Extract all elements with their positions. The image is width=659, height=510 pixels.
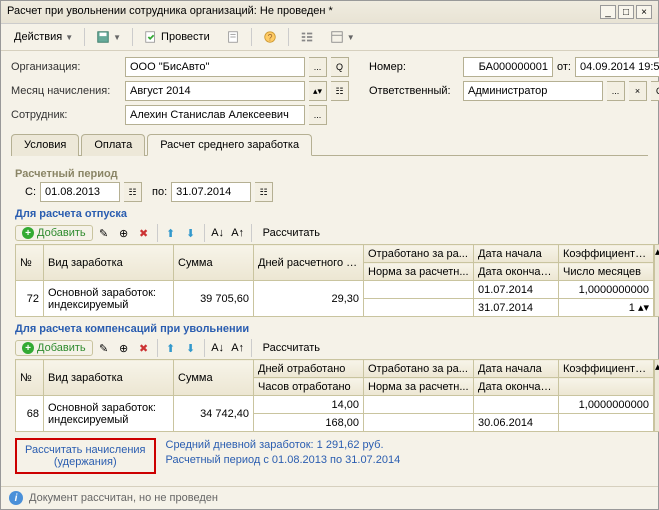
edit-icon[interactable]: ✎ bbox=[95, 339, 113, 357]
post-button[interactable]: Провести bbox=[137, 27, 217, 47]
col-days[interactable]: Дней расчетного периода bbox=[254, 245, 364, 281]
col-sum[interactable]: Сумма bbox=[174, 360, 254, 396]
month-stepper[interactable]: ▴▾ bbox=[309, 81, 327, 101]
org-input[interactable]: ООО "БисАвто" bbox=[125, 57, 305, 77]
resp-input[interactable]: Администратор bbox=[463, 81, 603, 101]
info-icon: i bbox=[9, 491, 23, 505]
resp-clear-button[interactable]: × bbox=[629, 81, 647, 101]
num-label: Номер: bbox=[369, 61, 459, 73]
report-icon[interactable] bbox=[219, 27, 247, 47]
period-from-calendar[interactable]: ☷ bbox=[124, 182, 142, 202]
col-norm[interactable]: Норма за расчетн... bbox=[364, 378, 474, 396]
col-start[interactable]: Дата начала bbox=[474, 245, 559, 263]
col-n[interactable]: № bbox=[16, 360, 44, 396]
col-days[interactable]: Дней отработано bbox=[254, 360, 364, 378]
col-hours[interactable]: Часов отработано bbox=[254, 378, 364, 396]
tab-conditions[interactable]: Условия bbox=[11, 134, 79, 156]
tab-avg-earnings[interactable]: Расчет среднего заработка bbox=[147, 134, 312, 156]
org-search-button[interactable]: Q bbox=[331, 57, 349, 77]
status-bar: i Документ рассчитан, но не проведен bbox=[1, 486, 658, 509]
minimize-button[interactable]: _ bbox=[600, 5, 616, 19]
tabs: Условия Оплата Расчет среднего заработка bbox=[11, 133, 648, 156]
period-from-label: С: bbox=[25, 186, 36, 198]
col-end[interactable]: Дата окончания bbox=[474, 378, 559, 396]
window-title: Расчет при увольнении сотрудника организ… bbox=[7, 5, 333, 19]
edit-icon[interactable]: ✎ bbox=[95, 224, 113, 242]
summary-text: Средний дневной заработок: 1 291,62 руб.… bbox=[166, 438, 401, 469]
down-icon[interactable]: ⬇ bbox=[182, 339, 200, 357]
emp-label: Сотрудник: bbox=[11, 109, 121, 121]
month-input[interactable]: Август 2014 bbox=[125, 81, 305, 101]
resp-select-button[interactable]: ... bbox=[607, 81, 625, 101]
table-row[interactable]: 72 Основной заработок: индексируемый 39 … bbox=[16, 281, 654, 299]
table-row[interactable]: 68 Основной заработок: индексируемый 34 … bbox=[16, 396, 654, 414]
col-otr[interactable]: Отработано за ра... bbox=[364, 245, 474, 263]
close-button[interactable]: × bbox=[636, 5, 652, 19]
emp-input[interactable]: Алехин Станислав Алексеевич bbox=[125, 105, 305, 125]
org-label: Организация: bbox=[11, 61, 121, 73]
col-months[interactable]: Число месяцев bbox=[559, 263, 654, 281]
maximize-button[interactable]: □ bbox=[618, 5, 634, 19]
period-to-input[interactable]: 31.07.2014 bbox=[171, 182, 251, 202]
col-otr[interactable]: Отработано за ра... bbox=[364, 360, 474, 378]
col-n[interactable]: № bbox=[16, 245, 44, 281]
emp-select-button[interactable]: ... bbox=[309, 105, 327, 125]
delete-icon[interactable]: ✖ bbox=[135, 339, 153, 357]
sort-asc-icon[interactable]: A↓ bbox=[209, 224, 227, 242]
scrollbar[interactable]: ▴ bbox=[654, 244, 659, 317]
resp-search-button[interactable]: Q bbox=[651, 81, 659, 101]
view-icon[interactable]: ▼ bbox=[323, 27, 362, 47]
section2-title: Для расчета компенсаций при увольнении bbox=[15, 323, 644, 335]
from-label: от: bbox=[557, 61, 571, 73]
section1-toolbar: +Добавить ✎ ⊕ ✖ ⬆ ⬇ A↓ A↑ Рассчитать bbox=[15, 222, 644, 244]
month-label: Месяц начисления: bbox=[11, 85, 121, 97]
delete-icon[interactable]: ✖ bbox=[135, 224, 153, 242]
main-toolbar: Действия▼ ▼ Провести ? ▼ bbox=[1, 24, 658, 51]
section2-table[interactable]: № Вид заработка Сумма Дней отработано От… bbox=[15, 359, 654, 432]
month-calendar-button[interactable]: ☷ bbox=[331, 81, 349, 101]
section1-calc-button[interactable]: Рассчитать bbox=[256, 224, 327, 242]
form-area: Организация: ООО "БисАвто" ... Q Месяц н… bbox=[1, 51, 658, 486]
section1-title: Для расчета отпуска bbox=[15, 208, 644, 220]
svg-text:?: ? bbox=[267, 33, 272, 43]
sort-asc-icon[interactable]: A↓ bbox=[209, 339, 227, 357]
period-to-calendar[interactable]: ☷ bbox=[255, 182, 273, 202]
num-input[interactable]: БА000000001 bbox=[463, 57, 553, 77]
col-vid[interactable]: Вид заработка bbox=[44, 360, 174, 396]
date-input[interactable]: 04.09.2014 19:58:18 bbox=[575, 57, 659, 77]
up-icon[interactable]: ⬆ bbox=[162, 224, 180, 242]
col-koef[interactable]: Коэффициент и... bbox=[559, 360, 654, 378]
status-text: Документ рассчитан, но не проведен bbox=[29, 492, 218, 504]
tab-payment[interactable]: Оплата bbox=[81, 134, 145, 156]
section1-add-button[interactable]: +Добавить bbox=[15, 225, 93, 241]
titlebar: Расчет при увольнении сотрудника организ… bbox=[1, 1, 658, 24]
calculate-accruals-button[interactable]: Рассчитать начисления (удержания) bbox=[15, 438, 156, 474]
copy-icon[interactable]: ⊕ bbox=[115, 224, 133, 242]
org-select-button[interactable]: ... bbox=[309, 57, 327, 77]
col-norm[interactable]: Норма за расчетн... bbox=[364, 263, 474, 281]
save-icon[interactable]: ▼ bbox=[89, 27, 128, 47]
down-icon[interactable]: ⬇ bbox=[182, 224, 200, 242]
copy-icon[interactable]: ⊕ bbox=[115, 339, 133, 357]
resp-label: Ответственный: bbox=[369, 85, 459, 97]
section2-add-button[interactable]: +Добавить bbox=[15, 340, 93, 356]
help-icon[interactable]: ? bbox=[256, 27, 284, 47]
period-label: Расчетный период bbox=[15, 168, 644, 180]
col-koef[interactable]: Коэффициент и... bbox=[559, 245, 654, 263]
period-from-input[interactable]: 01.08.2013 bbox=[40, 182, 120, 202]
sort-desc-icon[interactable]: A↑ bbox=[229, 224, 247, 242]
scrollbar[interactable]: ▴ bbox=[654, 359, 659, 432]
col-vid[interactable]: Вид заработка bbox=[44, 245, 174, 281]
col-sum[interactable]: Сумма bbox=[174, 245, 254, 281]
up-icon[interactable]: ⬆ bbox=[162, 339, 180, 357]
sort-desc-icon[interactable]: A↑ bbox=[229, 339, 247, 357]
col-start[interactable]: Дата начала bbox=[474, 360, 559, 378]
actions-menu[interactable]: Действия▼ bbox=[7, 28, 80, 46]
section2-toolbar: +Добавить ✎ ⊕ ✖ ⬆ ⬇ A↓ A↑ Рассчитать bbox=[15, 337, 644, 359]
col-end[interactable]: Дата окончания bbox=[474, 263, 559, 281]
section1-table[interactable]: № Вид заработка Сумма Дней расчетного пе… bbox=[15, 244, 654, 317]
list-icon[interactable] bbox=[293, 27, 321, 47]
section2-calc-button[interactable]: Рассчитать bbox=[256, 339, 327, 357]
period-to-label: по: bbox=[152, 186, 167, 198]
